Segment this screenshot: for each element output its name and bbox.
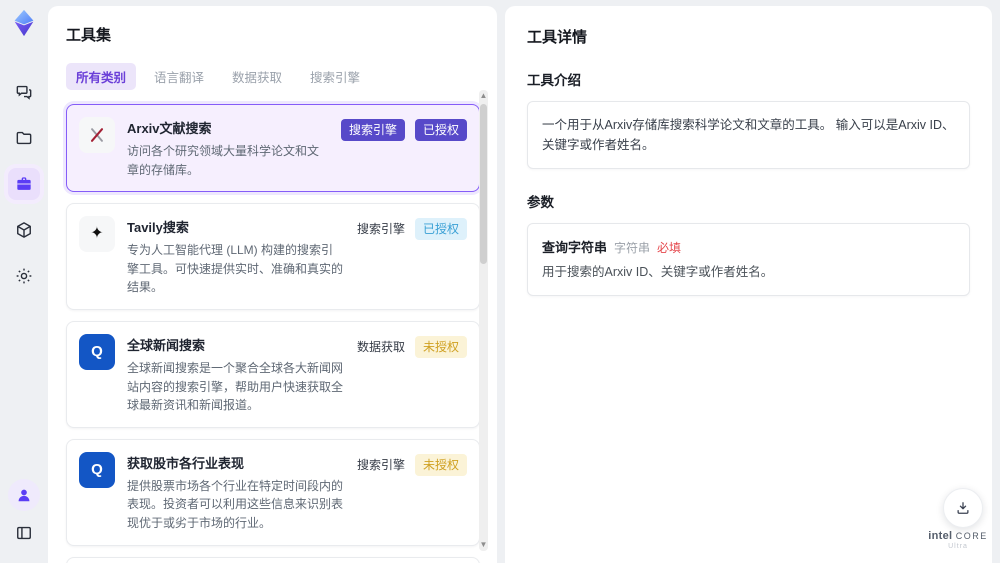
download-icon [957,502,969,514]
app-logo-icon[interactable] [9,8,39,38]
param-description: 用于搜索的Arxiv ID、关键字或作者姓名。 [542,265,774,279]
sidebar-item-packages[interactable] [8,214,40,246]
stock-logo-icon: Q [79,451,115,488]
tool-title: Tavily搜索 [127,220,189,236]
auth-status-badge: 已授权 [414,218,467,241]
tool-description: 访问各个研究领域大量科学论文和文章的存储库。 [127,144,320,177]
download-button[interactable] [943,488,983,528]
tool-card-arxiv[interactable]: Arxiv文献搜索 访问各个研究领域大量科学论文和文章的存储库。 搜索引擎 已授… [66,104,480,193]
tool-description: 全球新闻搜索是一个聚合全球各大新闻网站内容的搜索引擎，帮助用户快速获取全球最新资… [127,360,344,413]
sidebar-item-panel-toggle[interactable] [8,517,40,549]
scroll-up-arrow-icon[interactable]: ▲ [479,92,488,100]
sidebar-item-files[interactable] [8,122,40,154]
app-window: 工具集 所有类别 语言翻译 数据获取 搜索引擎 Arxiv文献搜索 访问各个研究… [0,0,1000,563]
tab-search-engine[interactable]: 搜索引擎 [300,63,370,90]
folder-icon [16,131,32,145]
tool-card-most-active-stocks[interactable]: Q 获取市场最活跃股票信息 提供当天交易量最高的股票列表。投资者可以利用这些信息… [66,556,480,563]
intel-core-logo: intel CORE Ultra [918,530,998,550]
tool-description: 专为人工智能代理 (LLM) 构建的搜索引擎工具。可快速提供实时、准确和真实的结… [127,243,344,295]
sidebar-item-profile[interactable] [8,479,40,511]
category-tabs: 所有类别 语言翻译 数据获取 搜索引擎 [66,63,479,90]
tool-title: 全球新闻搜索 [127,337,206,353]
sidebar-item-chat[interactable] [8,76,40,108]
params-heading: 参数 [527,195,554,210]
intro-box: 一个用于从Arxiv存储库搜索科学论文和文章的工具。 输入可以是Arxiv ID… [527,101,970,169]
category-label: 搜索引擎 [356,222,405,237]
briefcase-icon [17,177,31,190]
brand-intel-text: intel [928,530,953,542]
chat-icon [16,85,32,100]
cube-icon [17,222,31,238]
intro-text: 一个用于从Arxiv存储库搜索科学论文和文章的工具。 输入可以是Arxiv ID… [542,118,955,152]
tool-title: Arxiv文献搜索 [127,121,212,136]
arxiv-logo-icon [79,117,115,153]
news-search-logo-icon: Q [79,333,115,370]
tool-card-global-news[interactable]: Q 全球新闻搜索 全球新闻搜索是一个聚合全球各大新闻网站内容的搜索引擎，帮助用户… [66,320,480,428]
tool-card-sector-performance[interactable]: Q 获取股市各行业表现 提供股票市场各个行业在特定时间段内的表现。投资者可以利用… [66,438,480,546]
scroll-down-arrow-icon[interactable]: ▼ [479,541,488,549]
param-type: 字符串 [614,241,651,255]
tab-all-categories[interactable]: 所有类别 [66,63,137,90]
user-icon [18,489,30,502]
param-box: 查询字符串 字符串 必填 用于搜索的Arxiv ID、关键字或作者姓名。 [527,223,970,297]
tool-list-panel: 工具集 所有类别 语言翻译 数据获取 搜索引擎 Arxiv文献搜索 访问各个研究… [48,6,497,563]
list-scrollbar[interactable]: ▲ ▼ [479,90,488,551]
panel-layout-icon [17,526,31,540]
tool-list: Arxiv文献搜索 访问各个研究领域大量科学论文和文章的存储库。 搜索引擎 已授… [66,104,480,563]
tab-data-fetching[interactable]: 数据获取 [222,63,292,90]
category-badge: 搜索引擎 [340,119,405,141]
tab-language-translation[interactable]: 语言翻译 [144,63,214,90]
tool-description: 提供股票市场各个行业在特定时间段内的表现。投资者可以利用这些信息来识别表现优于或… [127,478,344,530]
page-background-edge [992,0,1000,563]
tavily-logo-icon: ✦ [79,216,115,253]
auth-status-badge: 已授权 [414,119,467,141]
auth-status-badge: 未授权 [414,335,467,358]
category-label: 数据获取 [356,339,405,354]
param-name: 查询字符串 [542,240,608,255]
tool-details-panel: 工具详情 工具介绍 一个用于从Arxiv存储库搜索科学论文和文章的工具。 输入可… [505,6,992,563]
scrollbar-thumb[interactable] [480,104,487,264]
page-title: 工具集 [66,27,112,44]
tool-title: 获取股市各行业表现 [127,455,245,471]
brand-sub-text: Ultra [948,543,968,550]
param-required-flag: 必填 [657,241,682,255]
sidebar-item-tools[interactable] [8,168,40,200]
auth-status-badge: 未授权 [414,453,467,476]
sidebar [0,0,48,563]
tool-card-tavily[interactable]: ✦ Tavily搜索 专为人工智能代理 (LLM) 构建的搜索引擎工具。可快速提… [66,203,480,310]
sidebar-item-settings[interactable] [8,260,40,292]
category-label: 搜索引擎 [356,457,405,472]
brand-core-text: CORE [955,531,988,541]
details-title: 工具详情 [527,29,588,46]
intro-heading: 工具介绍 [527,73,581,88]
gear-icon [16,268,32,284]
